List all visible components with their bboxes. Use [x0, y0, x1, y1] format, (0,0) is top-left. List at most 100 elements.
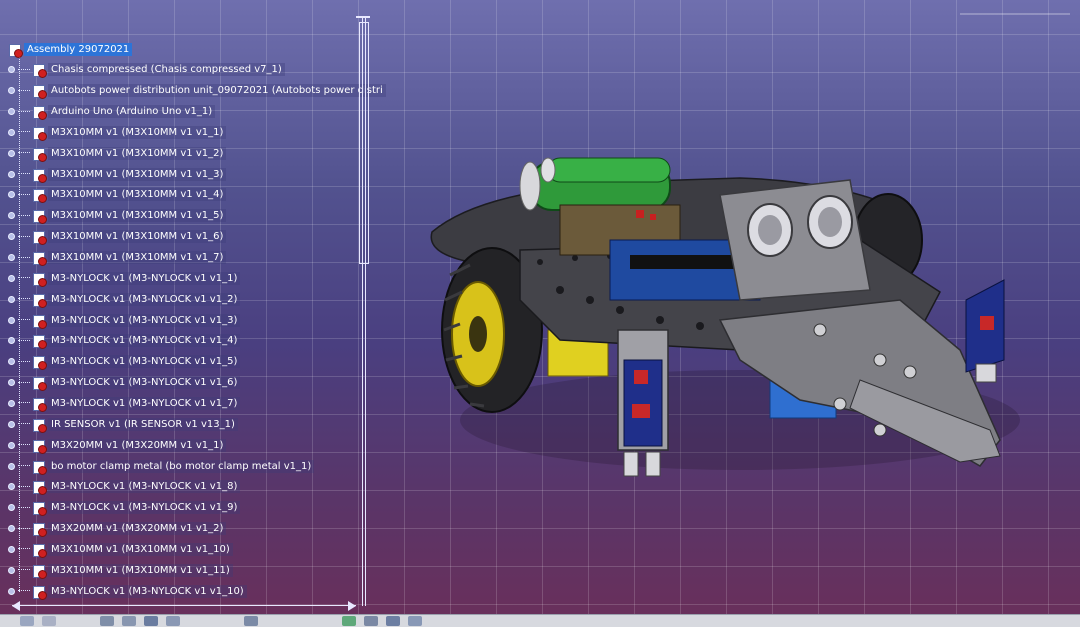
tree-node[interactable]: M3X10MM v1 (M3X10MM v1 v1_11) — [8, 561, 233, 579]
toolbar-button[interactable] — [166, 616, 180, 626]
tree-node[interactable]: M3X10MM v1 (M3X10MM v1 v1_4) — [8, 186, 227, 204]
specification-tree[interactable]: Assembly 29072021 Chasis compressed (Chas… — [8, 40, 386, 600]
expand-node-icon[interactable] — [8, 483, 15, 491]
tree-node[interactable]: M3-NYLOCK v1 (M3-NYLOCK v1 v1_4) — [8, 332, 241, 350]
expand-node-icon[interactable] — [8, 170, 15, 178]
expand-node-icon[interactable] — [8, 504, 15, 512]
expand-node-icon[interactable] — [8, 274, 15, 282]
part-product-icon — [32, 585, 47, 600]
tree-node-label: M3-NYLOCK v1 (M3-NYLOCK v1 v1_6) — [48, 376, 241, 390]
toolbar-button[interactable] — [244, 616, 258, 626]
tree-root-assembly[interactable]: Assembly 29072021 — [8, 40, 133, 58]
part-product-icon — [32, 293, 47, 308]
expand-node-icon[interactable] — [8, 254, 15, 261]
expand-node-icon[interactable] — [8, 191, 15, 199]
tree-node[interactable]: M3X20MM v1 (M3X20MM v1 v1_2) — [8, 520, 227, 538]
tree-node[interactable]: M3X10MM v1 (M3X10MM v1 v1_6) — [8, 228, 227, 246]
tree-node[interactable]: bo motor clamp metal (bo motor clamp met… — [8, 457, 315, 475]
tree-branch-line — [18, 173, 30, 175]
expand-node-icon[interactable] — [8, 420, 15, 428]
tree-node[interactable]: M3-NYLOCK v1 (M3-NYLOCK v1 v1_3) — [8, 311, 241, 329]
expand-node-icon[interactable] — [8, 149, 15, 157]
tree-node-label: M3-NYLOCK v1 (M3-NYLOCK v1 v1_10) — [48, 584, 247, 598]
expand-node-icon[interactable] — [8, 316, 15, 324]
toolbar-button[interactable] — [364, 616, 378, 626]
tree-node[interactable]: Arduino Uno (Arduino Uno v1_1) — [8, 103, 216, 121]
expand-node-icon[interactable] — [8, 441, 15, 449]
tree-branch-line — [18, 485, 30, 488]
tree-branch-line — [18, 214, 30, 217]
expand-node-icon[interactable] — [8, 566, 15, 574]
expand-node-icon[interactable] — [8, 295, 15, 303]
tree-horizontal-scrollbar[interactable] — [12, 601, 356, 611]
tree-node[interactable]: M3-NYLOCK v1 (M3-NYLOCK v1 v1_7) — [8, 394, 241, 412]
tree-node[interactable]: Chasis compressed (Chasis compressed v7_… — [8, 61, 285, 79]
part-product-icon — [32, 168, 47, 183]
part-product-icon — [32, 480, 47, 496]
expand-node-icon[interactable] — [8, 108, 15, 116]
toolbar-button[interactable] — [144, 616, 158, 626]
tree-node[interactable]: M3-NYLOCK v1 (M3-NYLOCK v1 v1_1) — [8, 269, 241, 287]
tree-node[interactable]: M3-NYLOCK v1 (M3-NYLOCK v1 v1_5) — [8, 353, 241, 371]
tree-node-label: Autobots power distribution unit_0907202… — [48, 84, 386, 98]
expand-node-icon[interactable] — [8, 379, 15, 387]
toolbar-button[interactable] — [342, 616, 356, 626]
expand-node-icon[interactable] — [8, 128, 15, 136]
tree-node[interactable]: M3X10MM v1 (M3X10MM v1 v1_7) — [8, 249, 227, 267]
tree-node-label: M3-NYLOCK v1 (M3-NYLOCK v1 v1_9) — [48, 501, 241, 515]
part-product-icon — [32, 126, 47, 141]
expand-node-icon[interactable] — [8, 358, 15, 366]
tree-node[interactable]: M3X10MM v1 (M3X10MM v1 v1_2) — [8, 144, 227, 162]
part-product-icon — [32, 543, 47, 558]
expand-node-icon[interactable] — [8, 399, 15, 407]
tree-node-label: M3X20MM v1 (M3X20MM v1 v1_2) — [48, 522, 227, 536]
tree-node[interactable]: M3X10MM v1 (M3X10MM v1 v1_1) — [8, 123, 227, 141]
tree-node-label: M3X10MM v1 (M3X10MM v1 v1_3) — [48, 167, 227, 181]
part-product-icon — [32, 334, 47, 350]
tree-node[interactable]: Autobots power distribution unit_0907202… — [8, 82, 386, 100]
expand-node-icon[interactable] — [8, 545, 15, 553]
hscroll-rail — [12, 605, 356, 606]
scroll-left-arrow-icon[interactable] — [12, 601, 20, 611]
part-product-icon — [32, 397, 47, 412]
tree-node[interactable]: M3-NYLOCK v1 (M3-NYLOCK v1 v1_6) — [8, 374, 241, 392]
tree-node[interactable]: IR SENSOR v1 (IR SENSOR v1 v13_1) — [8, 415, 238, 433]
expand-node-icon[interactable] — [8, 337, 15, 345]
expand-node-icon[interactable] — [8, 462, 15, 470]
toolbar-button[interactable] — [408, 616, 422, 626]
tree-node-label: M3X10MM v1 (M3X10MM v1 v1_6) — [48, 230, 227, 244]
expand-node-icon[interactable] — [8, 233, 15, 241]
tree-node[interactable]: M3-NYLOCK v1 (M3-NYLOCK v1 v1_2) — [8, 290, 241, 308]
expand-node-icon[interactable] — [8, 66, 15, 74]
expand-node-icon[interactable] — [8, 212, 15, 220]
scrollbar-thumb[interactable] — [359, 22, 369, 264]
expand-node-icon[interactable] — [8, 87, 15, 95]
tree-branch-line — [18, 590, 30, 592]
expand-node-icon[interactable] — [8, 587, 15, 595]
tree-node-label: bo motor clamp metal (bo motor clamp met… — [48, 459, 315, 473]
tree-node[interactable]: M3-NYLOCK v1 (M3-NYLOCK v1 v1_8) — [8, 478, 241, 496]
tree-node[interactable]: M3X10MM v1 (M3X10MM v1 v1_10) — [8, 540, 233, 558]
tree-node[interactable]: M3-NYLOCK v1 (M3-NYLOCK v1 v1_9) — [8, 499, 241, 517]
tree-branch-line — [18, 235, 30, 238]
tree-branch-line — [18, 569, 30, 571]
tree-branch-line — [18, 110, 30, 113]
compass-icon[interactable] — [960, 4, 1070, 24]
tree-branch-line — [18, 506, 30, 509]
tree-node-label: M3X10MM v1 (M3X10MM v1 v1_1) — [48, 125, 227, 139]
tree-node-label: Arduino Uno (Arduino Uno v1_1) — [48, 105, 216, 119]
tree-node-label: M3-NYLOCK v1 (M3-NYLOCK v1 v1_2) — [48, 292, 241, 306]
toolbar-button[interactable] — [20, 616, 34, 626]
toolbar-button[interactable] — [100, 616, 114, 626]
tree-vertical-scrollbar[interactable] — [356, 16, 370, 606]
expand-node-icon[interactable] — [8, 525, 15, 533]
toolbar-button[interactable] — [122, 616, 136, 626]
scroll-right-arrow-icon[interactable] — [348, 601, 356, 611]
tree-node[interactable]: M3X10MM v1 (M3X10MM v1 v1_3) — [8, 165, 227, 183]
tree-branch-line — [18, 548, 30, 550]
toolbar-button[interactable] — [42, 616, 56, 626]
tree-node[interactable]: M3X20MM v1 (M3X20MM v1 v1_1) — [8, 436, 227, 454]
tree-node[interactable]: M3-NYLOCK v1 (M3-NYLOCK v1 v1_10) — [8, 582, 247, 600]
toolbar-button[interactable] — [386, 616, 400, 626]
tree-node[interactable]: M3X10MM v1 (M3X10MM v1 v1_5) — [8, 207, 227, 225]
